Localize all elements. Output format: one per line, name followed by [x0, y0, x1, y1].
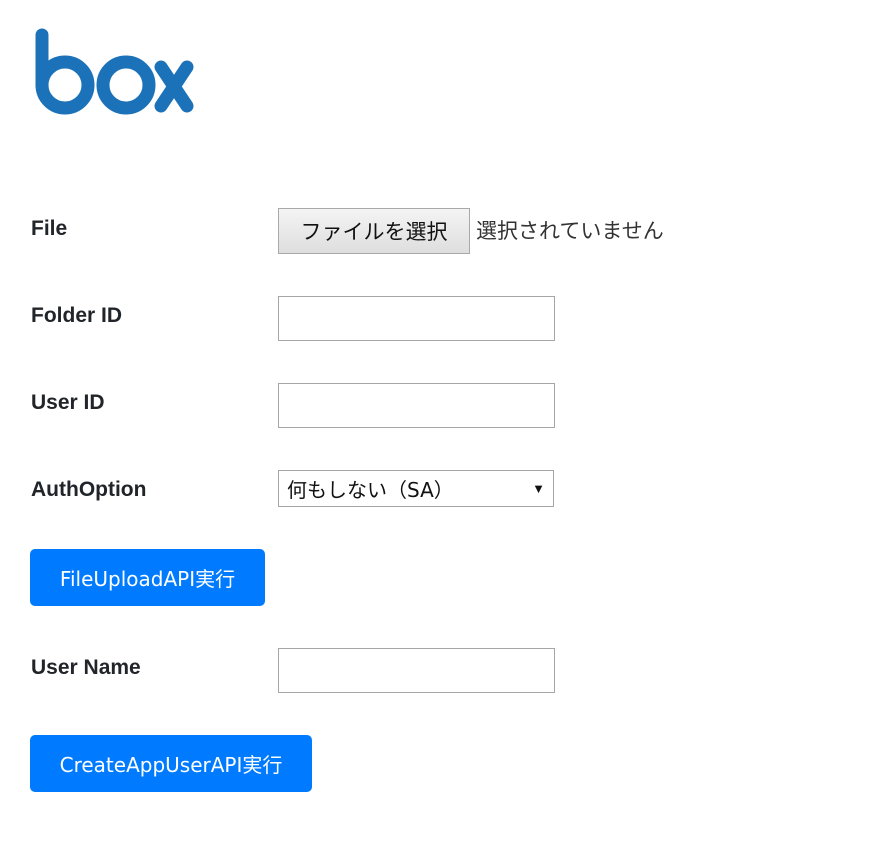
file-upload-api-button[interactable]: FileUploadAPI実行	[30, 549, 265, 606]
user-name-label: User Name	[31, 656, 141, 679]
dropdown-arrow-icon: ▼	[532, 481, 545, 496]
auth-option-select[interactable]: 何もしない（SA） ▼	[278, 470, 554, 507]
create-app-user-api-button[interactable]: CreateAppUserAPI実行	[30, 735, 312, 792]
auth-option-label: AuthOption	[31, 478, 147, 501]
folder-id-input[interactable]	[278, 296, 555, 341]
user-id-input[interactable]	[278, 383, 555, 428]
box-logo: box	[33, 28, 195, 118]
folder-id-label: Folder ID	[31, 304, 123, 327]
user-id-label: User ID	[31, 391, 105, 414]
file-status-text: 選択されていません	[476, 219, 664, 243]
user-name-input[interactable]	[278, 648, 555, 693]
choose-file-button[interactable]: ファイルを選択	[278, 208, 470, 254]
auth-option-selected-value: 何もしない（SA）	[287, 478, 454, 502]
file-label: File	[31, 217, 68, 240]
box-logo-mark	[35, 28, 194, 115]
